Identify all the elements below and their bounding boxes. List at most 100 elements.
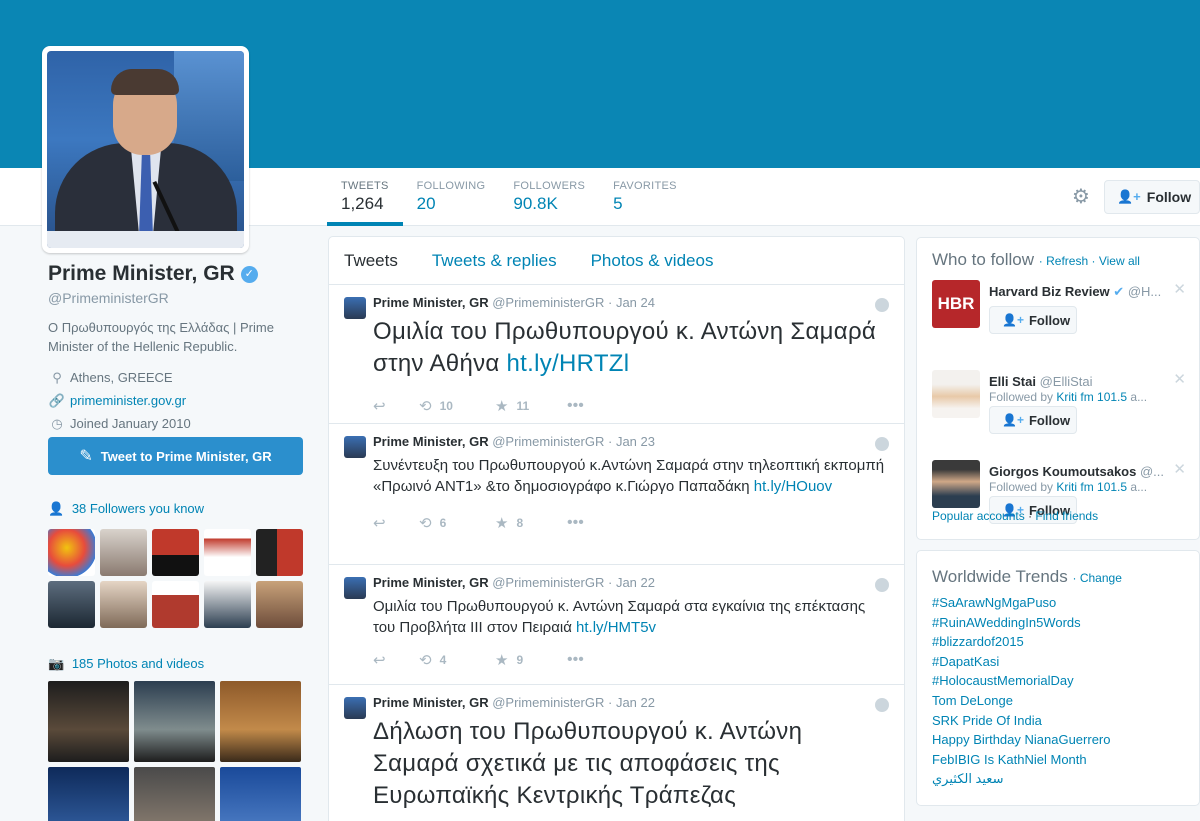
- favorite-action[interactable]: ★ 11: [495, 397, 567, 415]
- media-thumbnail[interactable]: [48, 767, 129, 821]
- dismiss-icon[interactable]: ✕: [1173, 460, 1186, 478]
- tweet-date[interactable]: Jan 24: [616, 295, 655, 310]
- reply-icon[interactable]: ↩: [373, 397, 419, 415]
- tweet-date[interactable]: Jan 23: [616, 434, 655, 449]
- trend-item[interactable]: Happy Birthday NianaGuerrero: [932, 730, 1184, 750]
- context-link[interactable]: Kriti fm 101.5: [1056, 480, 1127, 494]
- trend-item[interactable]: SRK Pride Of India: [932, 711, 1184, 731]
- tweet-link[interactable]: ht.ly/HMT5v: [576, 619, 656, 636]
- tweet[interactable]: Prime Minister, GR @PrimeministerGR · Ja…: [329, 424, 904, 565]
- photos-videos-link[interactable]: 185 Photos and videos: [72, 656, 204, 671]
- trend-item[interactable]: سعيد الكثيري: [932, 769, 1184, 789]
- media-thumbnail[interactable]: [48, 681, 129, 762]
- follow-button[interactable]: 👤+ Follow: [1104, 180, 1200, 214]
- stat-favorites[interactable]: FAVORITES 5: [599, 168, 691, 226]
- find-friends-link[interactable]: Find friends: [1035, 509, 1098, 523]
- favorite-action[interactable]: ★ 9: [495, 651, 567, 669]
- tweet-author-name[interactable]: Prime Minister, GR: [373, 575, 489, 590]
- tweet-author-handle[interactable]: @PrimeministerGR: [492, 434, 604, 449]
- media-thumbnail[interactable]: [134, 767, 215, 821]
- stat-tweets[interactable]: TWEETS 1,264: [327, 168, 403, 226]
- tweet-avatar[interactable]: [344, 297, 366, 319]
- tweet-author-handle[interactable]: @PrimeministerGR: [492, 695, 604, 710]
- refresh-link[interactable]: Refresh: [1046, 254, 1088, 268]
- tweet[interactable]: Prime Minister, GR @PrimeministerGR · Ja…: [329, 565, 904, 685]
- tweet-avatar[interactable]: [344, 436, 366, 458]
- tweet-link[interactable]: ht.ly/HOuov: [754, 478, 832, 495]
- context-link[interactable]: Kriti fm 101.5: [1056, 390, 1127, 404]
- suggestion-handle[interactable]: @...: [1140, 464, 1164, 479]
- tweet-author-name[interactable]: Prime Minister, GR: [373, 434, 489, 449]
- suggestion-avatar[interactable]: [932, 460, 980, 508]
- trend-item[interactable]: Tom DeLonge: [932, 691, 1184, 711]
- retweet-icon: ⟲: [419, 515, 432, 532]
- gear-icon[interactable]: ⚙: [1072, 187, 1092, 207]
- suggestion-name[interactable]: Giorgos Koumoutsakos: [989, 464, 1136, 479]
- tweet-to-button[interactable]: ✎ Tweet to Prime Minister, GR: [48, 437, 303, 475]
- retweet-action[interactable]: ⟲ 6: [419, 514, 495, 532]
- media-thumbnail[interactable]: [134, 681, 215, 762]
- follower-avatar[interactable]: [152, 581, 199, 628]
- tab-tweets[interactable]: Tweets: [344, 251, 398, 271]
- tweet-date[interactable]: Jan 22: [616, 695, 655, 710]
- trend-item[interactable]: FebIBIG Is KathNiel Month: [932, 750, 1184, 770]
- tweet-author-name[interactable]: Prime Minister, GR: [373, 695, 489, 710]
- more-options-icon[interactable]: •••: [567, 651, 584, 669]
- reply-icon[interactable]: ↩: [373, 514, 419, 532]
- stat-following[interactable]: FOLLOWING 20: [403, 168, 500, 226]
- suggestion-handle[interactable]: @ElliStai: [1040, 374, 1093, 389]
- reply-icon[interactable]: ↩: [373, 651, 419, 669]
- tweet-date[interactable]: Jan 22: [616, 575, 655, 590]
- suggestion-avatar[interactable]: HBR: [932, 280, 980, 328]
- suggestion-name[interactable]: Elli Stai: [989, 374, 1036, 389]
- more-options-icon[interactable]: •••: [567, 397, 584, 415]
- suggestion-follow-button[interactable]: 👤+ Follow: [989, 306, 1077, 334]
- profile-name[interactable]: Prime Minister, GR: [48, 262, 235, 286]
- follower-avatar[interactable]: [152, 529, 199, 576]
- follower-avatar[interactable]: [100, 529, 147, 576]
- media-thumbnail[interactable]: [220, 767, 301, 821]
- view-all-link[interactable]: View all: [1099, 254, 1140, 268]
- follower-avatar[interactable]: [100, 581, 147, 628]
- tweet-link[interactable]: ht.ly/HRTZl: [507, 350, 630, 377]
- dismiss-icon[interactable]: ✕: [1173, 280, 1186, 298]
- trend-item[interactable]: #RuinAWeddingIn5Words: [932, 613, 1184, 633]
- trend-item[interactable]: #HolocaustMemorialDay: [932, 671, 1184, 691]
- suggestion-handle[interactable]: @H...: [1128, 284, 1161, 299]
- change-link[interactable]: Change: [1080, 571, 1122, 585]
- follower-avatar[interactable]: [204, 529, 251, 576]
- suggestion-harvard-biz-review: HBR Harvard Biz Review ✔ @H... 👤+ Follow …: [932, 280, 1186, 358]
- media-thumbnail[interactable]: [220, 681, 301, 762]
- more-options-icon[interactable]: •••: [567, 514, 584, 532]
- profile-website-link[interactable]: primeminister.gov.gr: [70, 393, 186, 408]
- dismiss-icon[interactable]: ✕: [1173, 370, 1186, 388]
- suggestion-name[interactable]: Harvard Biz Review: [989, 284, 1110, 299]
- tweet[interactable]: Prime Minister, GR @PrimeministerGR · Ja…: [329, 285, 904, 424]
- profile-handle[interactable]: @PrimeministerGR: [48, 290, 308, 306]
- follower-avatar[interactable]: [256, 529, 303, 576]
- suggestion-avatar[interactable]: [932, 370, 980, 418]
- follower-avatar[interactable]: [256, 581, 303, 628]
- profile-avatar[interactable]: [42, 46, 249, 253]
- tweet-author-handle[interactable]: @PrimeministerGR: [492, 295, 604, 310]
- tab-photos-videos[interactable]: Photos & videos: [591, 251, 714, 271]
- trend-item[interactable]: #SaArawNgMgaPuso: [932, 593, 1184, 613]
- suggestion-follow-button[interactable]: 👤+ Follow: [989, 406, 1077, 434]
- retweet-action[interactable]: ⟲ 10: [419, 397, 495, 415]
- stat-followers[interactable]: FOLLOWERS 90.8K: [499, 168, 599, 226]
- followers-you-know-link[interactable]: 38 Followers you know: [72, 501, 204, 516]
- tweet[interactable]: Prime Minister, GR @PrimeministerGR · Ja…: [329, 685, 904, 821]
- follower-avatar[interactable]: [48, 581, 95, 628]
- tweet-author-name[interactable]: Prime Minister, GR: [373, 295, 489, 310]
- favorite-action[interactable]: ★ 8: [495, 514, 567, 532]
- tweet-avatar[interactable]: [344, 697, 366, 719]
- follower-avatar[interactable]: [48, 529, 95, 576]
- follower-avatar[interactable]: [204, 581, 251, 628]
- trend-item[interactable]: #DapatKasi: [932, 652, 1184, 672]
- retweet-action[interactable]: ⟲ 4: [419, 651, 495, 669]
- tab-tweets-replies[interactable]: Tweets & replies: [432, 251, 557, 271]
- tweet-author-handle[interactable]: @PrimeministerGR: [492, 575, 604, 590]
- popular-accounts-link[interactable]: Popular accounts: [932, 509, 1025, 523]
- tweet-avatar[interactable]: [344, 577, 366, 599]
- trend-item[interactable]: #blizzardof2015: [932, 632, 1184, 652]
